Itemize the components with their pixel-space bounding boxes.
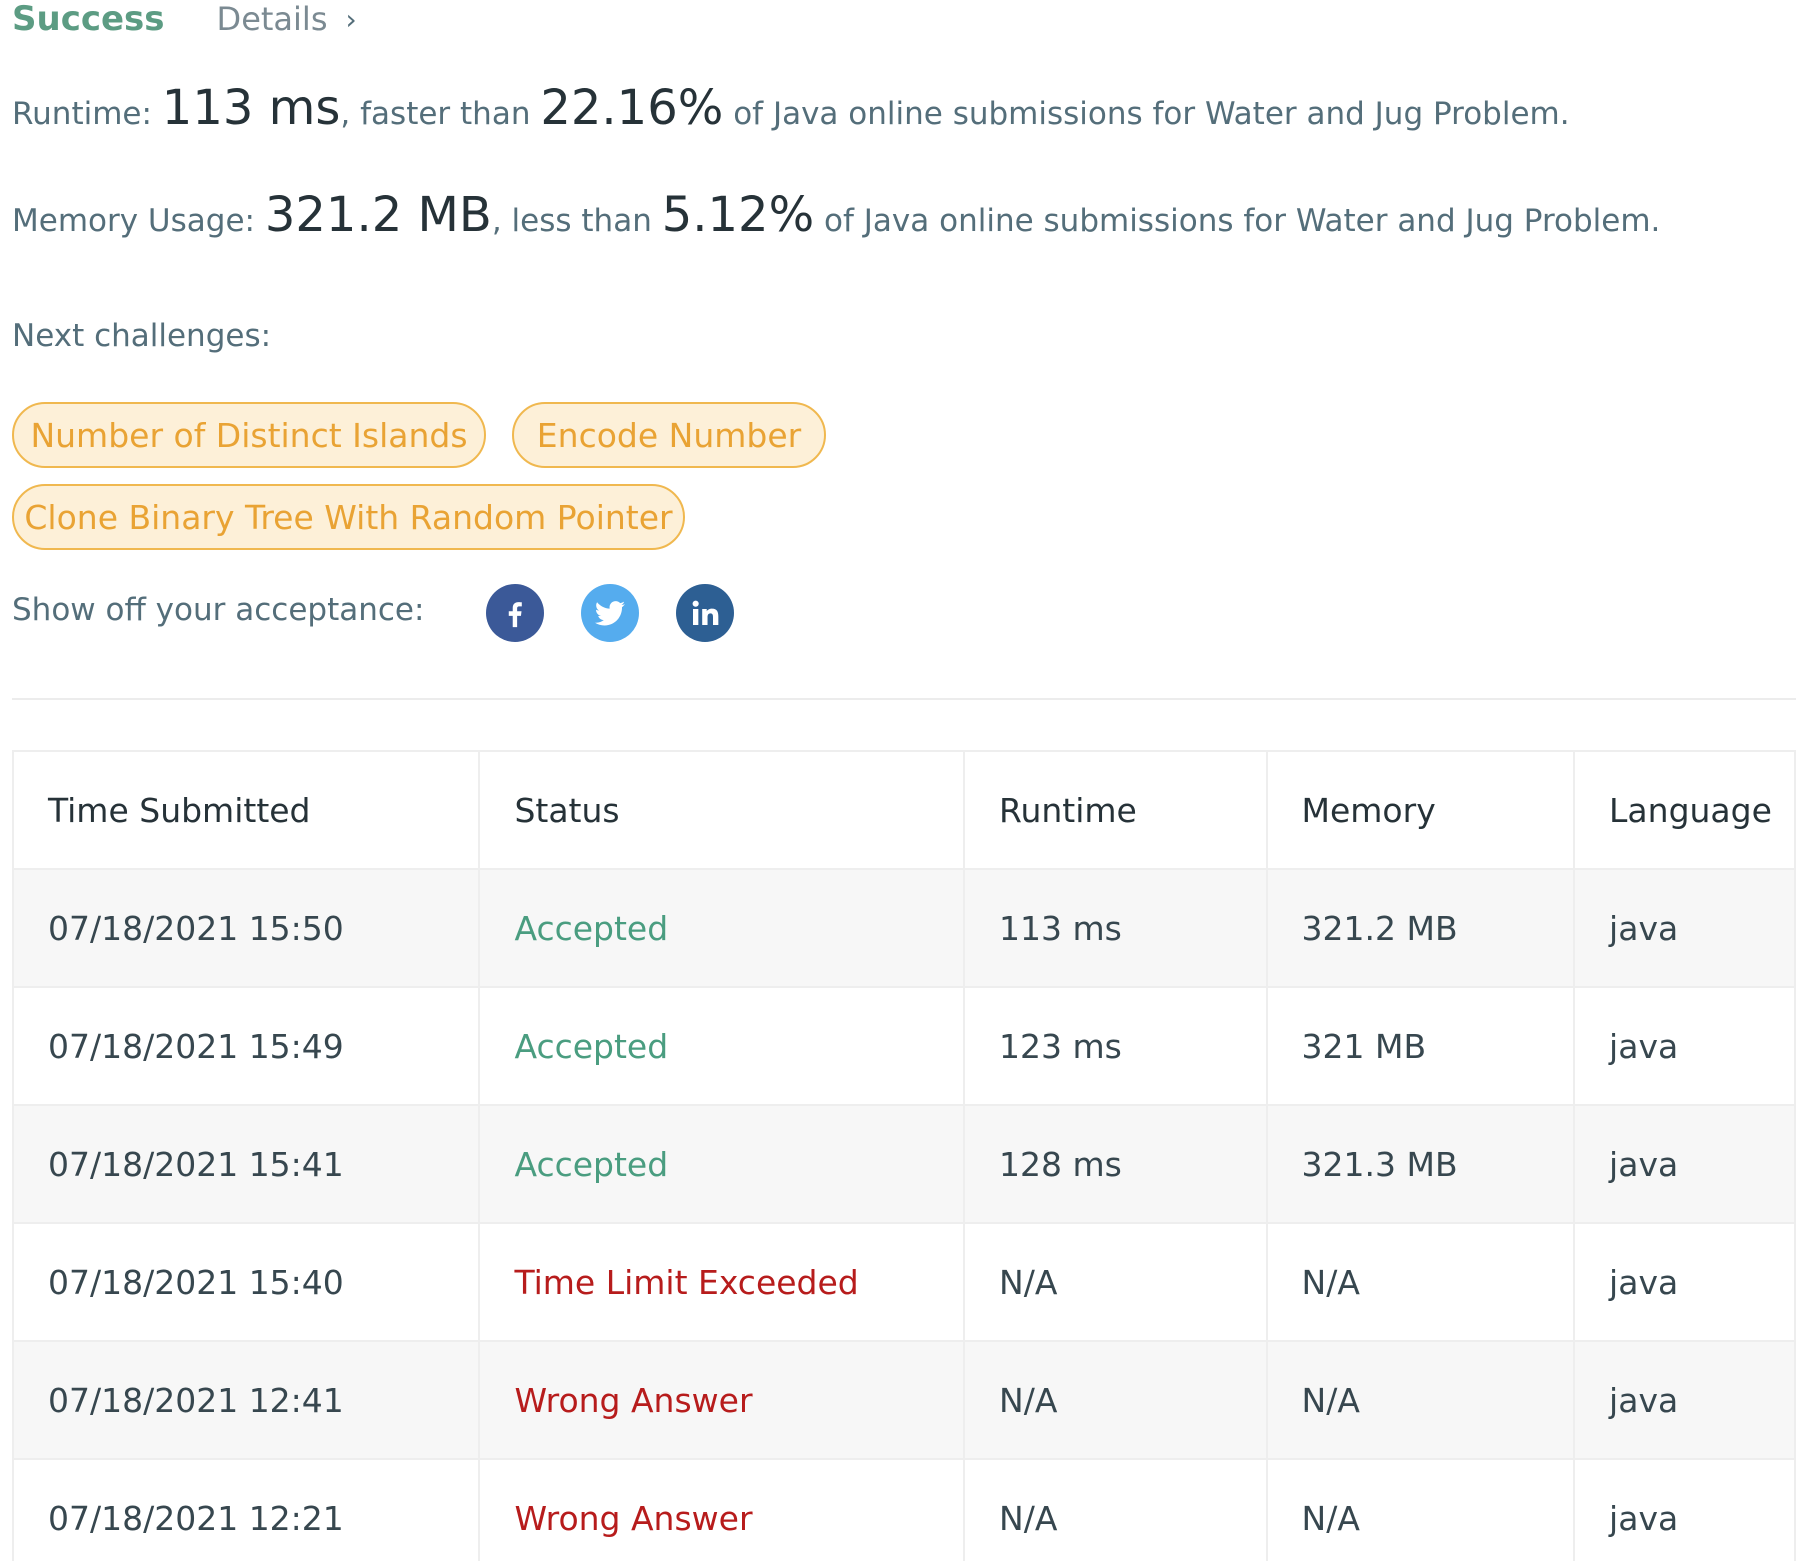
success-title: Success [12,0,165,39]
share-label: Show off your acceptance: [12,592,425,628]
cell-runtime: 128 ms [963,1104,1268,1224]
linkedin-icon[interactable] [676,584,734,642]
cell-memory: 321.3 MB [1265,1104,1576,1224]
cell-status-link[interactable]: Time Limit Exceeded [478,1222,966,1342]
cell-runtime: N/A [963,1222,1268,1342]
cell-memory: N/A [1265,1340,1576,1460]
details-link[interactable]: Details › [217,0,357,38]
memory-comparator: , less than [491,203,662,239]
memory-value: 321.2 MB [264,187,492,243]
table-row: 07/18/2021 15:41 Accepted 128 ms 321.3 M… [11,1104,1796,1224]
facebook-icon[interactable] [486,584,544,642]
challenge-encode-number[interactable]: Encode Number [512,402,826,468]
next-challenges-label: Next challenges: [12,318,272,354]
challenge-clone-binary-tree[interactable]: Clone Binary Tree With Random Pointer [12,484,685,550]
cell-runtime: N/A [963,1340,1268,1460]
cell-language: java [1573,1104,1796,1224]
chevron-right-icon: › [345,2,357,36]
memory-percent: 5.12% [661,187,815,243]
runtime-value: 113 ms [161,80,341,136]
cell-time: 07/18/2021 15:49 [11,986,481,1106]
cell-status-link[interactable]: Accepted [478,1104,966,1224]
details-label: Details [216,0,328,38]
runtime-suffix: of Java online submissions for Water and… [723,96,1570,132]
header-memory: Memory [1265,750,1576,870]
table-row: 07/18/2021 12:21 Wrong Answer N/A N/A ja… [11,1458,1796,1561]
cell-time: 07/18/2021 12:41 [11,1340,481,1460]
cell-time: 07/18/2021 15:41 [11,1104,481,1224]
memory-label: Memory Usage: [12,203,265,239]
table-header-row: Time Submitted Status Runtime Memory Lan… [11,750,1796,870]
header-runtime: Runtime [963,750,1268,870]
table-row: 07/18/2021 12:41 Wrong Answer N/A N/A ja… [11,1340,1796,1460]
memory-suffix: of Java online submissions for Water and… [814,203,1661,239]
runtime-percent: 22.16% [540,80,724,136]
runtime-comparator: , faster than [340,96,541,132]
cell-runtime: 113 ms [963,868,1268,988]
header-time-submitted: Time Submitted [11,750,481,870]
cell-time: 07/18/2021 12:21 [11,1458,481,1561]
memory-stat: Memory Usage: 321.2 MB, less than 5.12% … [12,187,1660,243]
cell-language: java [1573,986,1796,1106]
runtime-label: Runtime: [12,96,162,132]
cell-language: java [1573,1222,1796,1342]
cell-status-link[interactable]: Accepted [478,868,966,988]
runtime-stat: Runtime: 113 ms, faster than 22.16% of J… [12,80,1570,136]
challenge-number-of-distinct-islands[interactable]: Number of Distinct Islands [12,402,486,468]
cell-runtime: N/A [963,1458,1268,1561]
cell-language: java [1573,868,1796,988]
cell-memory: N/A [1265,1458,1576,1561]
submissions-table: Time Submitted Status Runtime Memory Lan… [11,750,1796,1561]
cell-status-link[interactable]: Accepted [478,986,966,1106]
table-row: 07/18/2021 15:49 Accepted 123 ms 321 MB … [11,986,1796,1106]
header-language: Language [1573,750,1796,870]
cell-memory: 321.2 MB [1265,868,1576,988]
cell-status-link[interactable]: Wrong Answer [478,1458,966,1561]
table-row: 07/18/2021 15:40 Time Limit Exceeded N/A… [11,1222,1796,1342]
cell-memory: 321 MB [1265,986,1576,1106]
twitter-icon[interactable] [581,584,639,642]
cell-language: java [1573,1340,1796,1460]
cell-time: 07/18/2021 15:40 [11,1222,481,1342]
cell-time: 07/18/2021 15:50 [11,868,481,988]
table-row: 07/18/2021 15:50 Accepted 113 ms 321.2 M… [11,868,1796,988]
result-header: Success Details › [12,0,357,44]
cell-language: java [1573,1458,1796,1561]
cell-runtime: 123 ms [963,986,1268,1106]
section-divider [12,698,1796,700]
cell-status-link[interactable]: Wrong Answer [478,1340,966,1460]
cell-memory: N/A [1265,1222,1576,1342]
header-status: Status [478,750,966,870]
